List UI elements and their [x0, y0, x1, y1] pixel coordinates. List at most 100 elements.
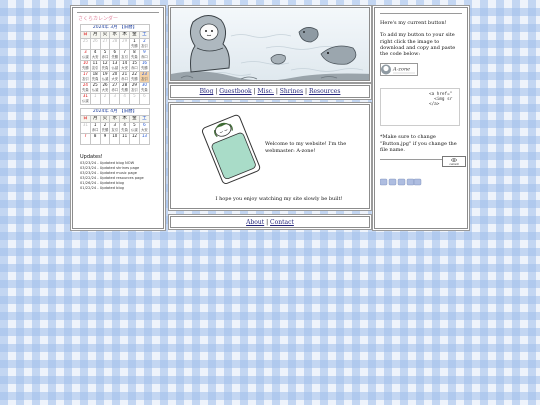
calendar-weekday-header: 土 [138, 31, 151, 39]
calendar-rokuyo: 友引 [141, 43, 148, 48]
calendar-day-cell[interactable]: 14 大安 [119, 60, 130, 72]
calendar-day-number: 6 [113, 49, 117, 54]
calendar-day-number: 3 [113, 122, 117, 127]
calendar-day-cell[interactable]: 29 友引 [128, 82, 140, 94]
footer-link-contact[interactable]: Contact [270, 219, 294, 226]
calendar-day-cell[interactable]: 8 [89, 133, 101, 145]
calendar-day-number: 28 [122, 82, 128, 87]
calendar-day-cell[interactable]: 4 [119, 93, 130, 105]
calendar-day-cell[interactable]: 1 赤口 [89, 122, 101, 134]
calendar-rokuyo: 大安 [141, 127, 148, 132]
calendar-day-cell[interactable]: 12 [128, 133, 140, 145]
calendar-day-number: 5 [103, 49, 107, 54]
calendar-day-cell[interactable]: 25 仏滅 [89, 82, 101, 94]
calendar-day-number: 8 [93, 133, 97, 138]
site-button-image[interactable]: A-zone [380, 63, 418, 77]
calendar-day-cell[interactable]: 24 先負 [80, 82, 91, 94]
calendar-weekday-header: 水 [109, 31, 121, 39]
calendar-day-cell[interactable]: 26 [89, 38, 101, 50]
calendar-day-cell[interactable]: 12 先負 [99, 60, 111, 72]
calendar-day-cell[interactable]: 10 先勝 [80, 60, 91, 72]
calendar-rokuyo: 先負 [121, 127, 128, 132]
calendar-day-number: 20 [112, 71, 118, 76]
calendar-day-cell[interactable]: 26 大安 [99, 82, 111, 94]
calendar-day-cell[interactable]: 20 大安 [109, 71, 121, 83]
nav-separator: | [304, 88, 308, 95]
calendar-day-cell[interactable]: 11 [119, 133, 130, 145]
site-button-label: A-zone [392, 67, 410, 73]
calendar-day-cell[interactable]: 6 先勝 [109, 49, 121, 61]
calendar-day-cell[interactable]: 29 [119, 38, 130, 50]
calendar-day-cell[interactable]: 9 赤口 [138, 49, 151, 61]
nav-link-resources[interactable]: Resources [309, 88, 340, 95]
calendar-day-cell[interactable]: 13 仏滅 [109, 60, 121, 72]
calendar-day-cell[interactable]: 5 仏滅 [128, 122, 140, 134]
calendar-day-cell[interactable]: 28 [109, 38, 121, 50]
stamp-graphics [380, 178, 422, 186]
calendar-day-cell[interactable]: 21 赤口 [119, 71, 130, 83]
nav-link-misc[interactable]: Misc. [258, 88, 274, 95]
calendar-day-cell[interactable]: 19 仏滅 [99, 71, 111, 83]
calendar-day-cell[interactable]: 27 [99, 38, 111, 50]
calendar-day-cell[interactable]: 9 [99, 133, 111, 145]
nav-separator: | [275, 88, 278, 95]
nav-link-blog[interactable]: Blog [200, 88, 214, 95]
calendar-day-cell[interactable]: 16 先勝 [138, 60, 151, 72]
calendar-day-cell[interactable]: 18 先負 [89, 71, 101, 83]
calendar-weekday-header: 水 [109, 115, 121, 123]
calendar-day-number: 16 [141, 60, 147, 65]
calendar-day-cell[interactable]: 10 [109, 133, 121, 145]
calendar-day-cell[interactable]: 5 [128, 93, 140, 105]
calendar-day-cell[interactable]: 6 大安 [138, 122, 151, 134]
calendar-day-cell[interactable]: 8 先負 [128, 49, 140, 61]
calendar-day-cell[interactable]: 2 友引 [138, 38, 151, 50]
nav-link-guestbook[interactable]: Guestbook [219, 88, 251, 95]
calendar-day-cell[interactable]: 23 友引 [138, 71, 151, 83]
calendar-day-cell[interactable]: 7 友引 [119, 49, 130, 61]
embed-code-textarea[interactable]: <a href=" <img sr </a> [380, 88, 460, 127]
calendar-day-cell[interactable]: 11 友引 [89, 60, 101, 72]
calendar-day-number: 24 [82, 82, 88, 87]
nav-separator: | [253, 88, 256, 95]
enjoy-message: I hope you enjoy watching my site slowly… [215, 196, 343, 202]
calendar-day-cell[interactable]: 15 赤口 [128, 60, 140, 72]
welcome-line: Welcome to my website! I'm the [265, 141, 347, 147]
calendar-day-cell[interactable]: 22 先勝 [128, 71, 140, 83]
calendar-day-number: 31 [82, 93, 88, 98]
calendar-day-cell[interactable]: 3 仏滅 [80, 49, 91, 61]
calendar-day-cell[interactable]: 31 [80, 122, 91, 134]
calendar-day-number: 12 [102, 60, 108, 65]
calendar-day-cell[interactable]: 28 先勝 [119, 82, 130, 94]
calendar-day-cell[interactable]: 17 友引 [80, 71, 91, 83]
calendar-day-cell[interactable]: 1 先勝 [128, 38, 140, 50]
footer-link-about[interactable]: About [246, 219, 264, 226]
calendar-day-number: 2 [103, 93, 107, 98]
calendar-day-cell[interactable]: 5 赤口 [99, 49, 111, 61]
calendar-day-cell[interactable]: 30 先負 [138, 82, 151, 94]
welcome-text: Welcome to my website! I'm the webmaster… [265, 141, 365, 155]
calendar-day-cell[interactable]: 4 先負 [119, 122, 130, 134]
calendar-day-cell[interactable]: 4 大安 [89, 49, 101, 61]
calendar-day-number: 26 [102, 82, 108, 87]
calendar-day-cell[interactable]: 2 先勝 [99, 122, 111, 134]
calendar-day-cell[interactable]: 1 [89, 93, 101, 105]
calendar-rokuyo: 先勝 [131, 76, 138, 81]
nav-separator: | [215, 88, 218, 95]
sidebar-calendar-panel: さくらカレンダー 2024年 3月 【旧暦】日月火水木金土 25 26 27 28 29 1… [72, 7, 164, 229]
calendar-day-cell[interactable]: 13 [138, 133, 151, 145]
calendar-day-number: 28 [112, 38, 118, 43]
calendar-weekday-header: 木 [119, 31, 130, 39]
nav-link-shrines[interactable]: Shrines [280, 88, 303, 95]
current-mini-button[interactable]: current [442, 156, 466, 167]
calendar-day-cell[interactable]: 2 [99, 93, 111, 105]
calendar-day-cell[interactable]: 27 赤口 [109, 82, 121, 94]
calendar-day-cell[interactable]: 3 [109, 93, 121, 105]
calendar-rokuyo: 先負 [91, 76, 99, 81]
calendar-day-cell[interactable]: 3 友引 [109, 122, 121, 134]
calendar-day-cell[interactable]: 25 [80, 38, 91, 50]
calendar-day-cell[interactable]: 7 [80, 133, 91, 145]
calendar-day-number: 13 [112, 60, 118, 65]
calendar-rokuyo: 先負 [141, 87, 148, 92]
calendar-day-cell[interactable]: 31 仏滅 [80, 93, 91, 105]
calendar-day-cell[interactable]: 6 [138, 93, 151, 105]
